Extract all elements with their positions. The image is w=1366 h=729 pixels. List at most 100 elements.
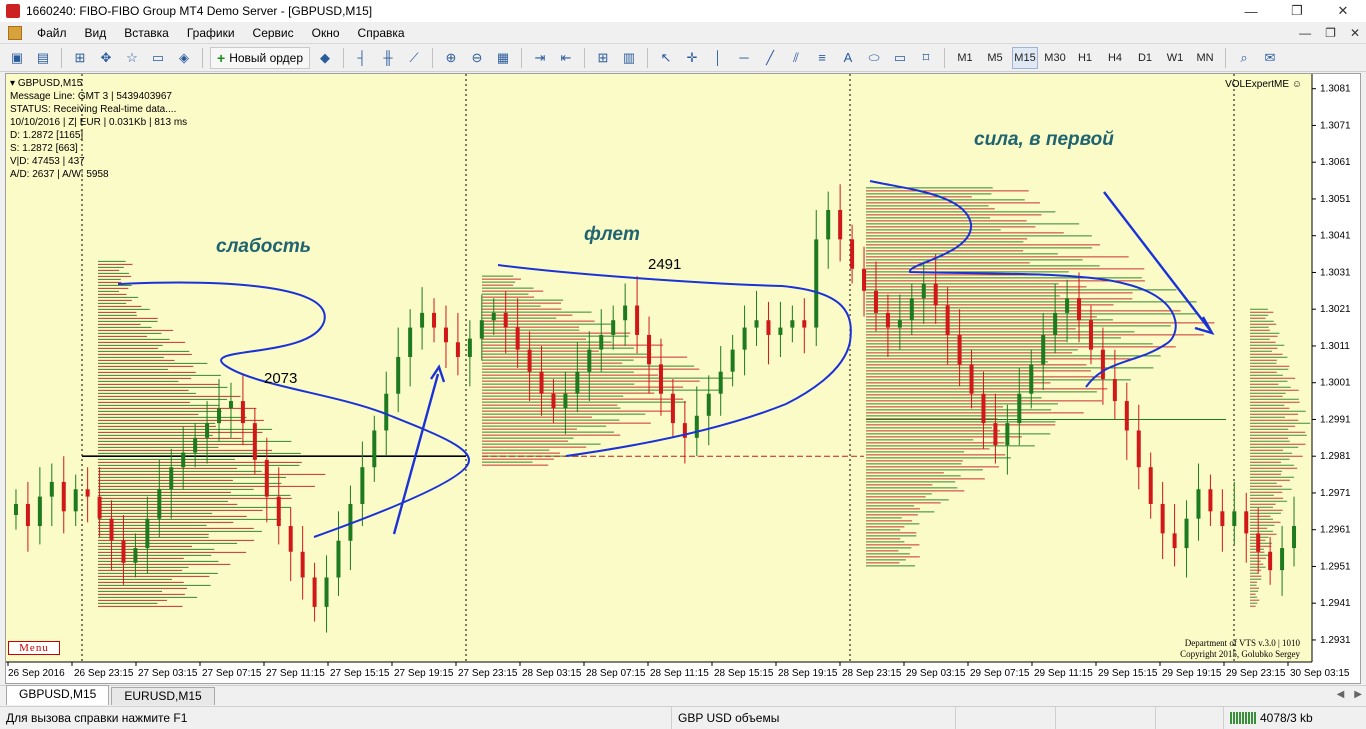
candle-body [933, 283, 938, 306]
candle-body [312, 577, 317, 607]
rectangle-icon[interactable]: ▭ [889, 47, 911, 69]
profiles-icon[interactable]: ▤ [32, 47, 54, 69]
cursor-icon[interactable]: ↖ [655, 47, 677, 69]
candle-body [503, 312, 508, 328]
candle-body [706, 393, 711, 416]
chart-window-icon[interactable] [8, 25, 22, 40]
zoom-out-icon[interactable]: ⊖ [466, 47, 488, 69]
toolbar-separator [343, 47, 344, 68]
chat-icon[interactable]: ✉ [1259, 47, 1281, 69]
timeframe-h1[interactable]: H1 [1072, 47, 1098, 69]
annotation-weakness: слабость [216, 236, 312, 257]
market-watch-icon[interactable]: ⊞ [69, 47, 91, 69]
chart-window[interactable]: 1.3081 1.3071 1.3061 1.3051 1.3041 1.3031 1.30… [5, 73, 1361, 684]
annotation-flat: флет [584, 224, 640, 245]
price-chart[interactable]: 1.3081 1.3071 1.3061 1.3051 1.3041 1.3031 1.30… [6, 74, 1360, 683]
vd-line: V|D: 47453 | 437 [10, 156, 85, 167]
tab-scroll-right-icon[interactable]: ▶ [1354, 689, 1362, 700]
timeframe-h4[interactable]: H4 [1102, 47, 1128, 69]
close-button[interactable]: ✕ [1320, 0, 1366, 22]
candle-body [121, 540, 126, 563]
price-tick-label: 1.2931 [1320, 635, 1351, 646]
candlestick-icon[interactable]: ╫ [377, 47, 399, 69]
timeframe-w1[interactable]: W1 [1162, 47, 1188, 69]
timeframe-m1[interactable]: M1 [952, 47, 978, 69]
maximize-button[interactable]: ❐ [1274, 0, 1320, 22]
candle-body [1196, 489, 1201, 519]
candle-body [336, 540, 341, 578]
price-tick-label: 1.2961 [1320, 525, 1351, 536]
fibonacci-icon[interactable]: ≡ [811, 47, 833, 69]
candle-body [455, 342, 460, 357]
tab-scroll-left-icon[interactable]: ◀ [1337, 689, 1345, 700]
text-icon[interactable]: A [837, 47, 859, 69]
indicator-menu-button[interactable]: Menu [8, 641, 60, 655]
timeframe-m15[interactable]: M15 [1012, 46, 1038, 69]
minimize-button[interactable]: — [1228, 0, 1274, 22]
time-tick-label: 28 Sep 07:15 [586, 668, 646, 679]
chart-info-panel: ▾ GBPUSD,M15 Message Line: GMT 3 | 54394… [10, 77, 187, 181]
candle-body [850, 239, 855, 269]
candle-body [802, 320, 807, 328]
crosshair-icon[interactable]: ✛ [681, 47, 703, 69]
menu-charts[interactable]: Графики [178, 26, 244, 40]
templates-icon[interactable]: ▥ [618, 47, 640, 69]
menu-insert[interactable]: Вставка [115, 26, 178, 40]
search-icon[interactable]: ⌕ [1233, 47, 1255, 69]
timeframe-m30[interactable]: M30 [1042, 47, 1068, 69]
timeframe-d1[interactable]: D1 [1132, 47, 1158, 69]
indicators-icon[interactable]: ⊞ [592, 47, 614, 69]
candle-body [981, 393, 986, 424]
candle-body [1220, 511, 1225, 527]
new-order-button[interactable]: + Новый ордер [210, 46, 310, 69]
candle-body [1160, 503, 1165, 534]
menu-help[interactable]: Справка [349, 26, 414, 40]
copyright-line-1: Department of VTS v.3.0 | 1010 [1184, 638, 1300, 648]
chart-minimize-button[interactable]: — [1299, 26, 1311, 40]
chart-close-button[interactable]: ✕ [1350, 26, 1360, 40]
menu-view[interactable]: Вид [76, 26, 116, 40]
menu-tools[interactable]: Сервис [244, 26, 303, 40]
bar-chart-icon[interactable]: ┤ [351, 47, 373, 69]
horizontal-line-icon[interactable]: ─ [733, 47, 755, 69]
chart-restore-button[interactable]: ❐ [1325, 26, 1336, 40]
autoscroll-icon[interactable]: ⇥ [529, 47, 551, 69]
trendline-icon[interactable]: ╱ [759, 47, 781, 69]
chart-shift-icon[interactable]: ⇤ [555, 47, 577, 69]
zoom-in-icon[interactable]: ⊕ [440, 47, 462, 69]
time-tick-label: 29 Sep 07:15 [970, 668, 1030, 679]
candle-body [384, 393, 389, 431]
candle-body [396, 356, 401, 394]
candle-body [61, 481, 66, 512]
timeframe-m5[interactable]: M5 [982, 47, 1008, 69]
expert-icon[interactable]: ◆ [314, 47, 336, 69]
timeframe-mn[interactable]: MN [1192, 47, 1218, 69]
channel-icon[interactable]: ⫽ [785, 47, 807, 69]
navigator-icon[interactable]: ✥ [95, 47, 117, 69]
candle-body [993, 423, 998, 446]
chart-tabs: GBPUSD,M15 EURUSD,M15 ◀ ▶ [0, 685, 1366, 705]
new-chart-icon[interactable]: ▣ [6, 47, 28, 69]
price-tick-label: 1.3051 [1320, 194, 1351, 205]
time-tick-label: 30 Sep 03:15 [1290, 668, 1350, 679]
autotrading-icon[interactable]: ◈ [173, 47, 195, 69]
tab-gbpusd[interactable]: GBPUSD,M15 [6, 685, 110, 705]
label-icon[interactable]: ⌑ [915, 47, 937, 69]
favorites-icon[interactable]: ☆ [121, 47, 143, 69]
toolbar-separator [432, 47, 433, 68]
tab-eurusd[interactable]: EURUSD,M15 [111, 687, 215, 705]
candle-body [826, 209, 831, 240]
ellipse-icon[interactable]: ⬭ [863, 47, 885, 69]
toolbar-separator [1225, 47, 1226, 68]
candle-body [479, 320, 484, 339]
candle-body [1005, 423, 1010, 446]
terminal-icon[interactable]: ▭ [147, 47, 169, 69]
menu-window[interactable]: Окно [303, 26, 349, 40]
expert-advisor-label[interactable]: VOLExpertME ☺ [1225, 79, 1302, 90]
candle-body [1088, 320, 1093, 350]
vertical-line-icon[interactable]: │ [707, 47, 729, 69]
line-chart-icon[interactable]: ⟋ [403, 47, 425, 69]
time-tick-label: 28 Sep 03:15 [522, 668, 582, 679]
tile-windows-icon[interactable]: ▦ [492, 47, 514, 69]
menu-file[interactable]: Файл [28, 26, 76, 40]
